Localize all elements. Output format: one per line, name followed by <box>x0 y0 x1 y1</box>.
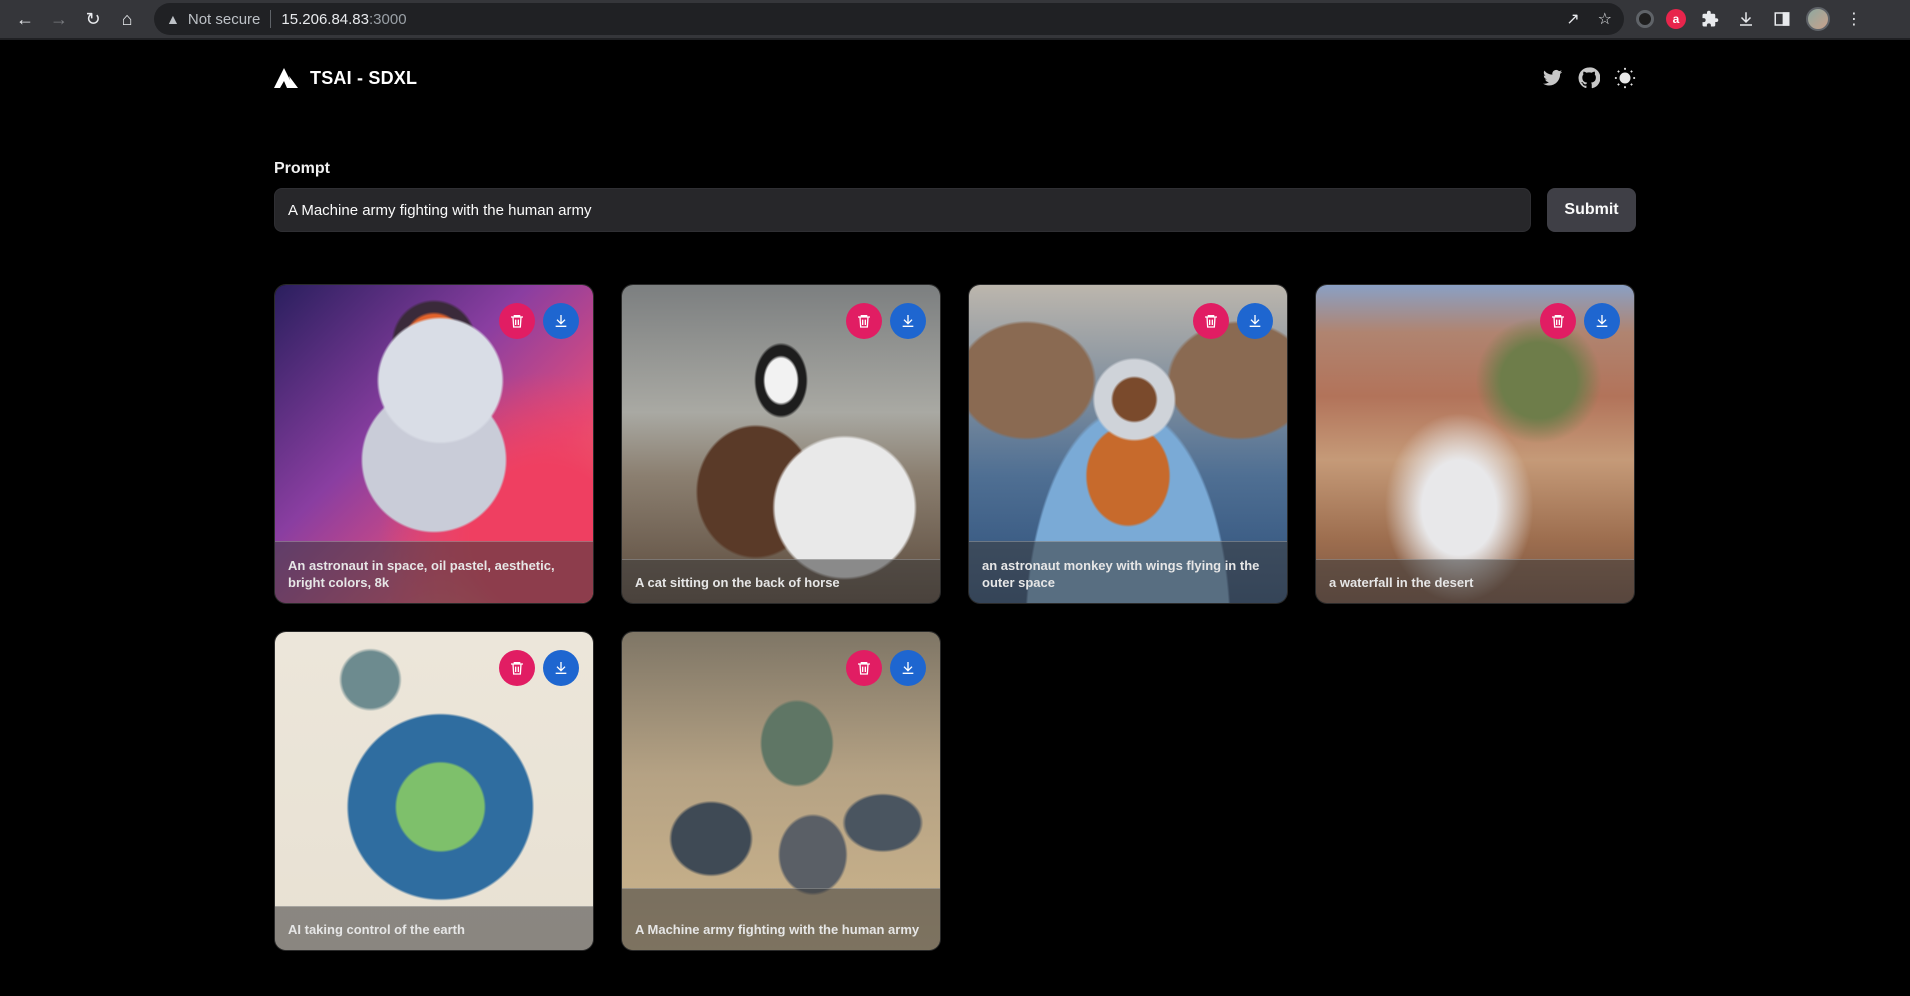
image-caption: an astronaut monkey with wings flying in… <box>982 558 1260 590</box>
twitter-icon[interactable] <box>1542 67 1564 89</box>
trash-icon <box>511 662 523 675</box>
trash-icon <box>511 315 523 328</box>
trash-icon <box>1552 315 1564 328</box>
download-icon <box>1249 315 1261 327</box>
reload-icon[interactable]: ↻ <box>76 2 110 36</box>
app-title: TSAI - SDXL <box>310 67 418 88</box>
address-bar[interactable]: ▲ Not secure 15.206.84.83:3000 ↗ ☆ <box>154 3 1624 35</box>
image-caption: A cat sitting on the back of horse <box>635 575 840 590</box>
download-button[interactable] <box>1237 303 1273 339</box>
caption-bar: An astronaut in space, oil pastel, aesth… <box>275 541 593 603</box>
gallery-card[interactable]: An astronaut in space, oil pastel, aesth… <box>274 284 594 604</box>
caption-bar: an astronaut monkey with wings flying in… <box>969 541 1287 603</box>
home-icon[interactable]: ⌂ <box>110 2 144 36</box>
extension-a-icon[interactable]: a <box>1666 9 1686 29</box>
menu-icon[interactable]: ⋮ <box>1842 7 1866 31</box>
warning-icon: ▲ <box>166 11 180 27</box>
sun-icon[interactable] <box>1614 67 1636 89</box>
image-caption: An astronaut in space, oil pastel, aesth… <box>288 558 555 590</box>
sidebar-icon[interactable] <box>1770 7 1794 31</box>
download-button[interactable] <box>1584 303 1620 339</box>
image-caption: AI taking control of the earth <box>288 922 465 937</box>
delete-button[interactable] <box>1540 303 1576 339</box>
github-icon[interactable] <box>1578 67 1600 89</box>
prompt-input[interactable] <box>274 188 1531 232</box>
logo-icon <box>274 68 298 88</box>
download-icon[interactable] <box>1734 7 1758 31</box>
gallery-card[interactable]: A cat sitting on the back of horse <box>621 284 941 604</box>
profile-avatar[interactable] <box>1806 7 1830 31</box>
download-icon <box>1596 315 1608 327</box>
delete-button[interactable] <box>499 303 535 339</box>
security-label: Not secure <box>187 10 261 28</box>
download-button[interactable] <box>890 303 926 339</box>
download-icon <box>902 662 914 674</box>
star-icon[interactable]: ☆ <box>1598 9 1612 29</box>
browser-toolbar: ← → ↻ ⌂ ▲ Not secure 15.206.84.83:3000 ↗… <box>0 0 1910 40</box>
gallery-card[interactable]: a waterfall in the desert <box>1315 284 1635 604</box>
download-icon <box>555 662 567 674</box>
puzzle-icon[interactable] <box>1698 7 1722 31</box>
back-icon[interactable]: ← <box>8 2 42 36</box>
gallery-card[interactable]: A Machine army fighting with the human a… <box>621 631 941 951</box>
brand[interactable]: TSAI - SDXL <box>274 67 417 89</box>
prompt-label: Prompt <box>274 160 330 177</box>
caption-bar: A cat sitting on the back of horse <box>622 559 940 603</box>
delete-button[interactable] <box>846 650 882 686</box>
prompt-row: Submit <box>274 188 1636 232</box>
download-button[interactable] <box>890 650 926 686</box>
share-icon[interactable]: ↗ <box>1566 9 1579 29</box>
caption-bar: a waterfall in the desert <box>1316 559 1634 603</box>
download-button[interactable] <box>543 303 579 339</box>
extension-dark-icon[interactable] <box>1636 10 1654 28</box>
address-divider <box>270 10 272 28</box>
url-port: :3000 <box>369 10 407 28</box>
url-host: 15.206.84.83 <box>281 10 369 28</box>
app-container: TSAI - SDXL Prompt Submit <box>274 40 1636 951</box>
caption-bar: A Machine army fighting with the human a… <box>622 888 940 950</box>
gallery-card[interactable]: AI taking control of the earth <box>274 631 594 951</box>
submit-button[interactable]: Submit <box>1547 188 1636 232</box>
download-icon <box>902 315 914 327</box>
image-gallery: An astronaut in space, oil pastel, aesth… <box>274 284 1636 951</box>
caption-bar: AI taking control of the earth <box>275 906 593 950</box>
image-caption: A Machine army fighting with the human a… <box>635 922 920 937</box>
gallery-card[interactable]: an astronaut monkey with wings flying in… <box>968 284 1288 604</box>
trash-icon <box>858 315 870 328</box>
download-button[interactable] <box>543 650 579 686</box>
trash-icon <box>1205 315 1217 328</box>
delete-button[interactable] <box>1193 303 1229 339</box>
trash-icon <box>858 662 870 675</box>
delete-button[interactable] <box>499 650 535 686</box>
forward-icon[interactable]: → <box>42 2 76 36</box>
delete-button[interactable] <box>846 303 882 339</box>
app-header: TSAI - SDXL <box>274 40 1636 116</box>
image-caption: a waterfall in the desert <box>1329 575 1474 590</box>
download-icon <box>555 315 567 327</box>
